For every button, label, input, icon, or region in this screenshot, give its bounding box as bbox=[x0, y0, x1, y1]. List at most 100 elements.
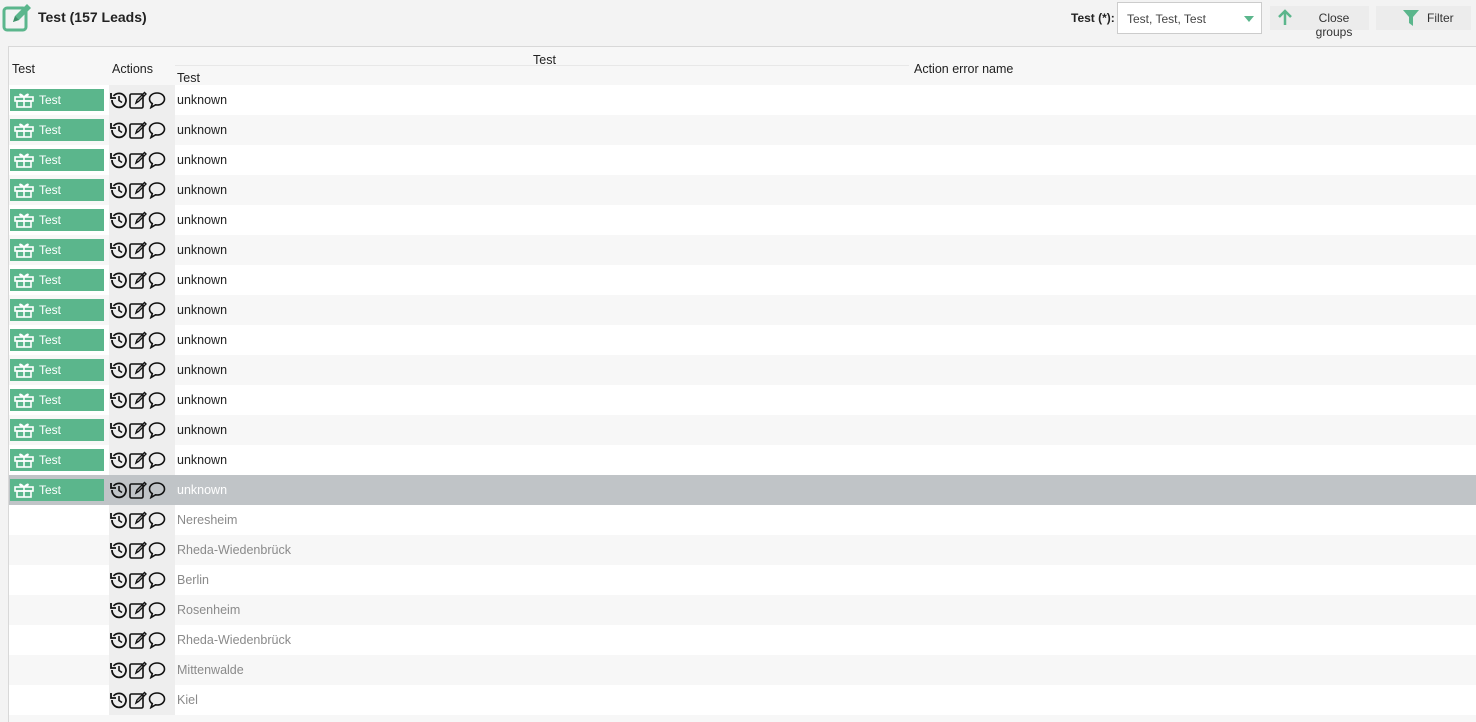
edit-icon[interactable] bbox=[129, 601, 147, 619]
status-badge[interactable]: Test bbox=[10, 329, 104, 351]
history-icon[interactable] bbox=[110, 541, 128, 559]
history-icon[interactable] bbox=[110, 631, 128, 649]
status-badge[interactable]: Test bbox=[10, 119, 104, 141]
history-icon[interactable] bbox=[110, 511, 128, 529]
status-badge[interactable]: Test bbox=[10, 239, 104, 261]
edit-icon[interactable] bbox=[129, 661, 147, 679]
table-row[interactable]: Kiel bbox=[9, 685, 1476, 715]
table-row[interactable]: Rheda-Wiedenbrück bbox=[9, 625, 1476, 655]
edit-icon[interactable] bbox=[129, 91, 147, 109]
comment-icon[interactable] bbox=[148, 421, 166, 439]
comment-icon[interactable] bbox=[148, 301, 166, 319]
status-badge[interactable]: Test bbox=[10, 419, 104, 441]
table-row[interactable]: Rosenheim bbox=[9, 595, 1476, 625]
table-row[interactable]: Test unknown bbox=[9, 145, 1476, 175]
status-badge[interactable]: Test bbox=[10, 359, 104, 381]
comment-icon[interactable] bbox=[148, 181, 166, 199]
history-icon[interactable] bbox=[110, 331, 128, 349]
table-row[interactable]: Test unknown bbox=[9, 325, 1476, 355]
history-icon[interactable] bbox=[110, 151, 128, 169]
history-icon[interactable] bbox=[110, 211, 128, 229]
table-row[interactable]: Test unknown bbox=[9, 205, 1476, 235]
column-header-test[interactable]: Test bbox=[12, 62, 35, 76]
column-header-actions[interactable]: Actions bbox=[112, 62, 153, 76]
comment-icon[interactable] bbox=[148, 211, 166, 229]
table-row[interactable]: Test unknown bbox=[9, 355, 1476, 385]
status-badge[interactable]: Test bbox=[10, 179, 104, 201]
table-row[interactable]: Test unknown bbox=[9, 175, 1476, 205]
history-icon[interactable] bbox=[110, 361, 128, 379]
table-row[interactable]: Test unknown bbox=[9, 445, 1476, 475]
history-icon[interactable] bbox=[110, 181, 128, 199]
table-row[interactable]: Rheda-Wiedenbrück bbox=[9, 535, 1476, 565]
history-icon[interactable] bbox=[110, 121, 128, 139]
edit-icon[interactable] bbox=[129, 361, 147, 379]
table-row[interactable]: Test unknown bbox=[9, 415, 1476, 445]
history-icon[interactable] bbox=[110, 571, 128, 589]
status-badge[interactable]: Test bbox=[10, 479, 104, 501]
edit-icon[interactable] bbox=[129, 631, 147, 649]
history-icon[interactable] bbox=[110, 691, 128, 709]
table-row[interactable]: Test unknown bbox=[9, 235, 1476, 265]
edit-icon[interactable] bbox=[129, 241, 147, 259]
edit-icon[interactable] bbox=[129, 421, 147, 439]
table-row[interactable]: Test unknown bbox=[9, 295, 1476, 325]
edit-icon[interactable] bbox=[129, 541, 147, 559]
edit-icon[interactable] bbox=[129, 271, 147, 289]
table-row[interactable]: Test unknown bbox=[9, 265, 1476, 295]
table-row[interactable]: Neresheim bbox=[9, 505, 1476, 535]
comment-icon[interactable] bbox=[148, 691, 166, 709]
history-icon[interactable] bbox=[110, 601, 128, 619]
status-badge[interactable]: Test bbox=[10, 449, 104, 471]
history-icon[interactable] bbox=[110, 451, 128, 469]
edit-icon[interactable] bbox=[129, 121, 147, 139]
comment-icon[interactable] bbox=[148, 451, 166, 469]
column-header-test-sub[interactable]: Test bbox=[177, 71, 200, 85]
edit-icon[interactable] bbox=[129, 181, 147, 199]
comment-icon[interactable] bbox=[148, 631, 166, 649]
table-row[interactable]: Test unknown bbox=[9, 115, 1476, 145]
comment-icon[interactable] bbox=[148, 391, 166, 409]
edit-icon[interactable] bbox=[129, 331, 147, 349]
close-groups-button[interactable]: Close groups bbox=[1270, 6, 1369, 39]
comment-icon[interactable] bbox=[148, 571, 166, 589]
edit-icon[interactable] bbox=[129, 301, 147, 319]
filter-button[interactable]: Filter bbox=[1376, 6, 1471, 30]
table-row[interactable]: Test unknown bbox=[9, 385, 1476, 415]
edit-icon[interactable] bbox=[129, 571, 147, 589]
status-badge[interactable]: Test bbox=[10, 389, 104, 411]
comment-icon[interactable] bbox=[148, 361, 166, 379]
column-group-header[interactable]: Test bbox=[533, 53, 556, 67]
history-icon[interactable] bbox=[110, 91, 128, 109]
comment-icon[interactable] bbox=[148, 511, 166, 529]
history-icon[interactable] bbox=[110, 241, 128, 259]
history-icon[interactable] bbox=[110, 481, 128, 499]
edit-icon[interactable] bbox=[129, 511, 147, 529]
history-icon[interactable] bbox=[110, 421, 128, 439]
table-row[interactable]: Berlin bbox=[9, 565, 1476, 595]
comment-icon[interactable] bbox=[148, 151, 166, 169]
test-select[interactable]: Test, Test, Test bbox=[1117, 2, 1262, 34]
comment-icon[interactable] bbox=[148, 601, 166, 619]
edit-icon[interactable] bbox=[129, 691, 147, 709]
comment-icon[interactable] bbox=[148, 541, 166, 559]
history-icon[interactable] bbox=[110, 271, 128, 289]
history-icon[interactable] bbox=[110, 661, 128, 679]
table-row[interactable]: Mittenwalde bbox=[9, 655, 1476, 685]
edit-icon[interactable] bbox=[129, 391, 147, 409]
comment-icon[interactable] bbox=[148, 331, 166, 349]
edit-icon[interactable] bbox=[129, 211, 147, 229]
status-badge[interactable]: Test bbox=[10, 269, 104, 291]
edit-icon[interactable] bbox=[129, 151, 147, 169]
comment-icon[interactable] bbox=[148, 241, 166, 259]
table-row[interactable]: Test unknown bbox=[9, 475, 1476, 505]
table-row[interactable]: Test unknown bbox=[9, 85, 1476, 115]
comment-icon[interactable] bbox=[148, 121, 166, 139]
comment-icon[interactable] bbox=[148, 481, 166, 499]
status-badge[interactable]: Test bbox=[10, 149, 104, 171]
comment-icon[interactable] bbox=[148, 271, 166, 289]
edit-icon[interactable] bbox=[129, 451, 147, 469]
history-icon[interactable] bbox=[110, 301, 128, 319]
status-badge[interactable]: Test bbox=[10, 89, 104, 111]
comment-icon[interactable] bbox=[148, 91, 166, 109]
